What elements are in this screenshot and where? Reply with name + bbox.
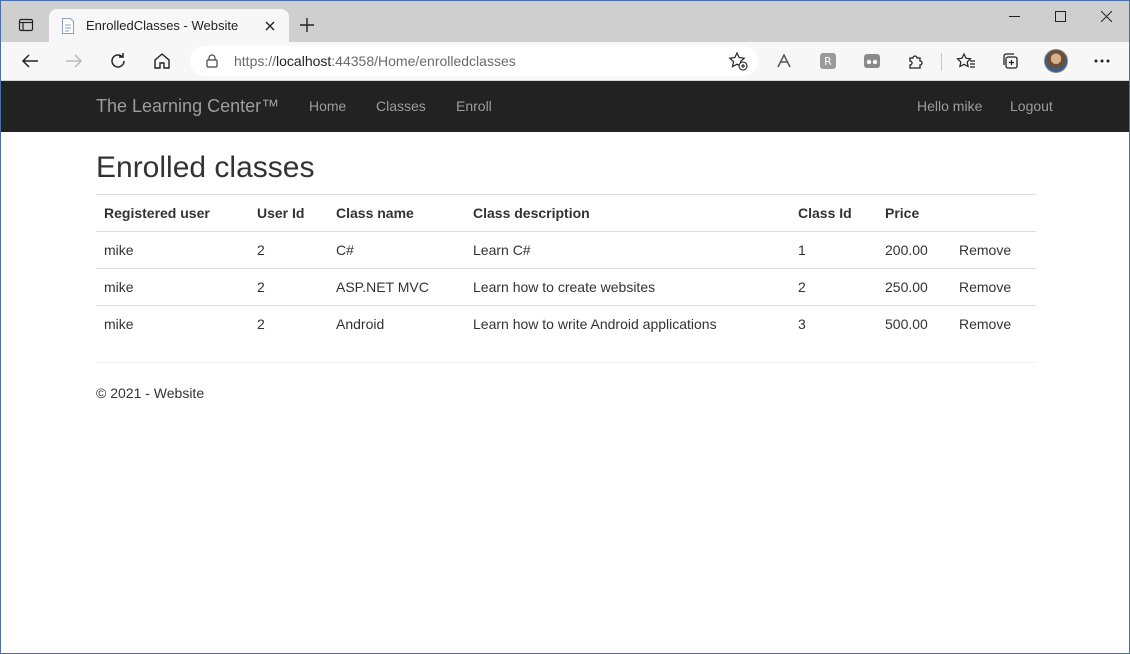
url-prefix: https:// <box>234 53 277 69</box>
toolbar-divider <box>941 53 942 71</box>
column-header: Registered user <box>96 194 249 232</box>
nav-link-enroll[interactable]: Enroll <box>456 98 492 114</box>
minimize-icon[interactable] <box>991 1 1037 31</box>
table-row: mike 2 Android Learn how to write Androi… <box>96 305 1036 343</box>
profile-avatar[interactable] <box>1044 49 1068 73</box>
back-icon[interactable] <box>15 47 45 75</box>
cell-action: Remove <box>951 305 1036 343</box>
cell-class-description: Learn how to create websites <box>465 268 790 306</box>
page-title: Enrolled classes <box>96 151 315 184</box>
cell-user-id: 2 <box>249 268 328 306</box>
favorites-icon[interactable] <box>951 47 981 75</box>
cell-class-name: C# <box>328 231 465 269</box>
url-path: :44358/Home/enrolledclasses <box>331 53 516 69</box>
cell-registered-user: mike <box>96 305 249 343</box>
window-controls <box>991 1 1129 31</box>
tab-title: EnrolledClasses - Website <box>86 18 239 33</box>
remove-link[interactable]: Remove <box>959 279 1011 295</box>
cell-class-description: Learn how to write Android applications <box>465 305 790 343</box>
nav-link-classes[interactable]: Classes <box>376 98 426 114</box>
column-header: User Id <box>249 194 328 232</box>
close-window-icon[interactable] <box>1083 1 1129 31</box>
refresh-icon[interactable] <box>103 47 133 75</box>
column-header <box>951 194 1036 232</box>
remove-link[interactable]: Remove <box>959 316 1011 332</box>
collections-icon[interactable] <box>995 47 1025 75</box>
browser-tab[interactable]: EnrolledClasses - Website <box>49 9 289 42</box>
cell-price: 250.00 <box>877 268 951 306</box>
page-icon <box>60 17 76 35</box>
brand-link[interactable]: The Learning Center™ <box>96 96 279 117</box>
cell-registered-user: mike <box>96 268 249 306</box>
cell-class-description: Learn C# <box>465 231 790 269</box>
address-bar[interactable]: https://localhost:44358/Home/enrolledcla… <box>190 46 758 76</box>
cell-action: Remove <box>951 268 1036 306</box>
browser-toolbar: https://localhost:44358/Home/enrolledcla… <box>1 42 1129 81</box>
cell-price: 500.00 <box>877 305 951 343</box>
site-navbar: The Learning Center™ Home Classes Enroll… <box>1 81 1129 132</box>
remove-link[interactable]: Remove <box>959 242 1011 258</box>
column-header: Class Id <box>790 194 877 232</box>
home-icon[interactable] <box>147 47 177 75</box>
table-header-row: Registered user User Id Class name Class… <box>96 194 1036 232</box>
cell-class-name: ASP.NET MVC <box>328 268 465 306</box>
url-text: https://localhost:44358/Home/enrolledcla… <box>234 53 726 69</box>
logout-link[interactable]: Logout <box>1010 98 1053 114</box>
table-row: mike 2 C# Learn C# 1 200.00 Remove <box>96 231 1036 269</box>
tab-strip: EnrolledClasses - Website <box>1 1 1129 42</box>
svg-text:R: R <box>824 55 832 68</box>
tab-actions-icon[interactable] <box>11 11 41 39</box>
column-header: Class name <box>328 194 465 232</box>
cell-price: 200.00 <box>877 231 951 269</box>
lock-icon[interactable] <box>204 53 220 69</box>
table-row: mike 2 ASP.NET MVC Learn how to create w… <box>96 268 1036 306</box>
cell-action: Remove <box>951 231 1036 269</box>
forward-icon <box>59 47 89 75</box>
user-greeting-link[interactable]: Hello mike <box>917 98 982 114</box>
footer-divider <box>96 362 1036 363</box>
cell-class-name: Android <box>328 305 465 343</box>
extension-icon[interactable] <box>857 47 887 75</box>
enrolled-classes-table: Registered user User Id Class name Class… <box>96 194 1036 343</box>
nav-link-home[interactable]: Home <box>309 98 346 114</box>
footer-copyright: © 2021 - Website <box>96 385 205 401</box>
new-tab-icon[interactable] <box>294 12 320 38</box>
maximize-icon[interactable] <box>1037 1 1083 31</box>
close-tab-icon[interactable] <box>257 13 283 39</box>
url-host: localhost <box>276 53 332 69</box>
cell-class-id: 2 <box>790 268 877 306</box>
cell-class-id: 3 <box>790 305 877 343</box>
column-header: Class description <box>465 194 790 232</box>
browser-window: EnrolledClasses - Website https://localh… <box>0 0 1130 654</box>
cell-registered-user: mike <box>96 231 249 269</box>
read-aloud-icon[interactable] <box>769 47 799 75</box>
more-options-icon[interactable] <box>1087 47 1117 75</box>
cell-user-id: 2 <box>249 305 328 343</box>
cell-user-id: 2 <box>249 231 328 269</box>
column-header: Price <box>877 194 951 232</box>
puzzle-icon[interactable] <box>901 47 931 75</box>
add-favorite-icon[interactable] <box>726 49 750 73</box>
extension-icon[interactable]: R <box>813 47 843 75</box>
cell-class-id: 1 <box>790 231 877 269</box>
